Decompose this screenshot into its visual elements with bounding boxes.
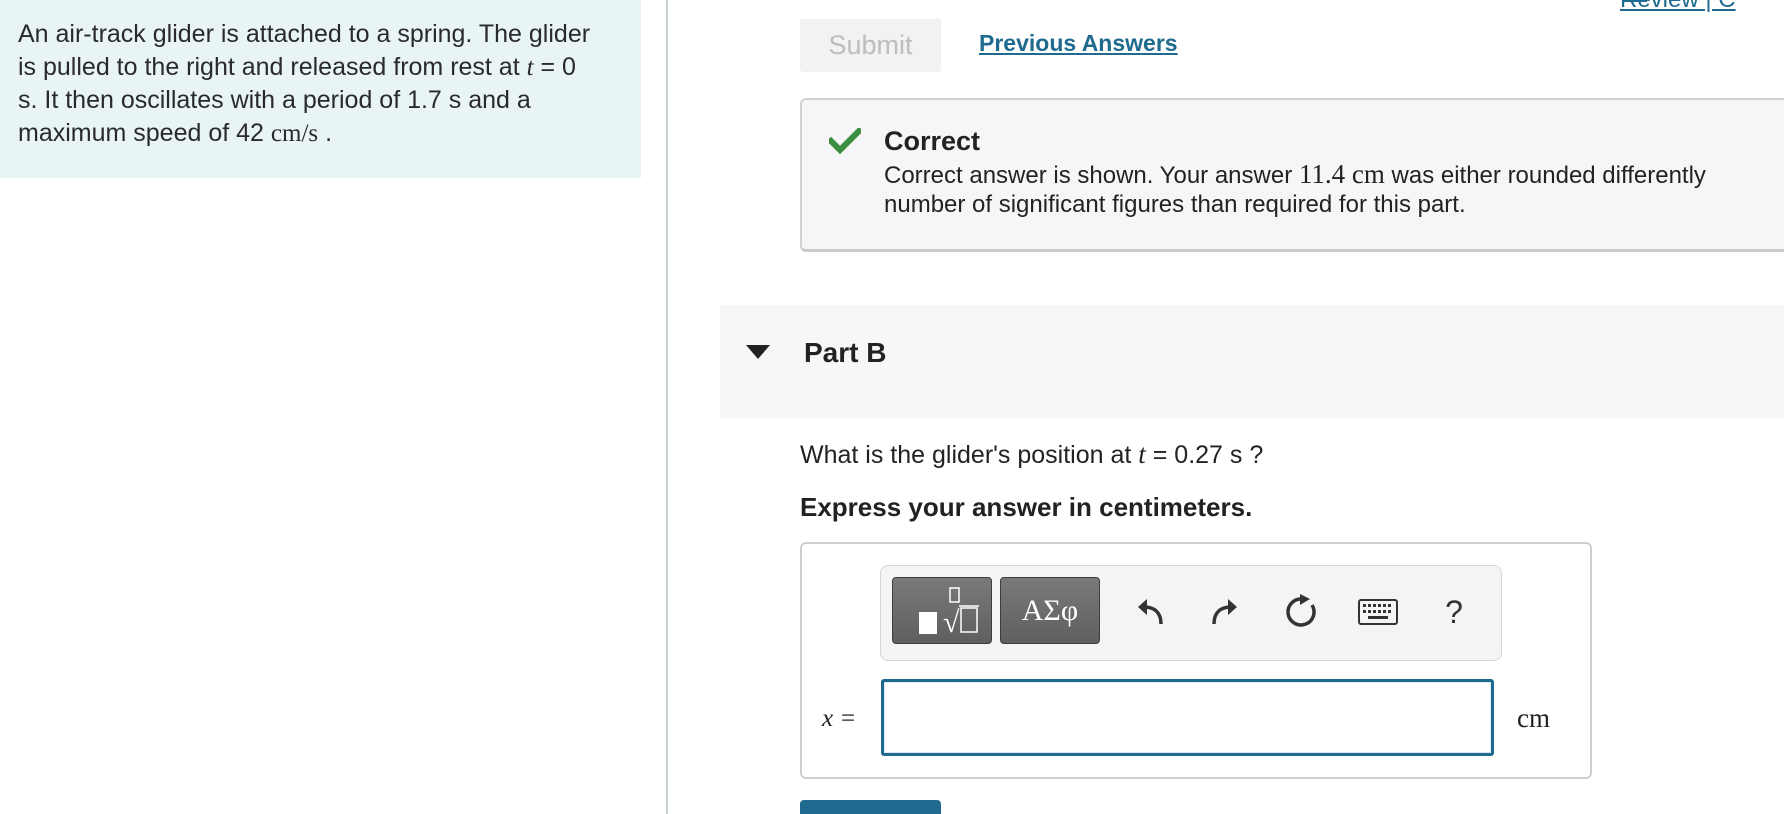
feedback-text-start: Correct answer is shown. Your answer	[884, 162, 1299, 189]
help-button[interactable]: ?	[1432, 590, 1476, 634]
templates-button[interactable]: √	[892, 577, 992, 644]
keyboard-icon	[1358, 599, 1398, 625]
problem-line-4-text: maximum speed of 42	[18, 119, 271, 147]
part-b-title[interactable]: Part B	[804, 337, 886, 369]
feedback-text-line-2: number of significant figures than requi…	[884, 191, 1466, 218]
feedback-title: Correct	[884, 126, 981, 156]
undo-button[interactable]	[1128, 590, 1172, 634]
speed-unit: cm/s	[270, 120, 319, 147]
problem-line-2: is pulled to the right and released from…	[18, 51, 628, 84]
redo-icon	[1212, 599, 1237, 625]
part-b-submit-button[interactable]	[800, 800, 941, 814]
undo-icon	[1138, 599, 1163, 625]
question-variable: t	[1138, 439, 1146, 469]
problem-line-4-end: .	[318, 119, 333, 147]
question-end: = 0.27 s ?	[1145, 441, 1264, 469]
greek-symbols-button[interactable]: ΑΣφ	[1000, 577, 1100, 644]
templates-icon: √	[919, 586, 979, 636]
keyboard-button[interactable]	[1356, 590, 1400, 634]
reset-icon	[1286, 594, 1316, 627]
feedback-text: Correct answer is shown. Your answer 11.…	[884, 158, 1784, 192]
checkmark-icon	[829, 128, 861, 154]
question-text: What is the glider's position at t = 0.2…	[800, 439, 1263, 470]
problem-line-2-end: = 0	[533, 53, 576, 81]
review-link[interactable]: Review | C	[1620, 0, 1736, 14]
submit-button: Submit	[800, 19, 941, 72]
answer-unit: cm	[1517, 703, 1550, 733]
answer-input[interactable]	[881, 679, 1494, 756]
question-start: What is the glider's position at	[800, 441, 1139, 469]
submitted-answer: 11.4 cm	[1298, 159, 1385, 189]
answer-variable-label: x =	[822, 705, 857, 732]
problem-statement: An air-track glider is attached to a spr…	[18, 18, 628, 150]
reset-button[interactable]	[1280, 590, 1324, 634]
problem-line-4: maximum speed of 42 cm/s .	[18, 117, 628, 150]
feedback-text-end: was either rounded differently	[1384, 162, 1706, 189]
time-variable: t	[526, 54, 534, 81]
svg-text:√: √	[943, 606, 960, 636]
problem-line-2-text: is pulled to the right and released from…	[18, 53, 527, 81]
problem-line-1: An air-track glider is attached to a spr…	[18, 20, 591, 48]
redo-button[interactable]	[1203, 590, 1247, 634]
problem-line-3: s. It then oscillates with a period of 1…	[18, 86, 531, 114]
caret-down-icon[interactable]	[746, 345, 770, 359]
panel-divider	[666, 0, 668, 814]
instruction-text: Express your answer in centimeters.	[800, 492, 1253, 522]
previous-answers-link[interactable]: Previous Answers	[979, 30, 1178, 57]
